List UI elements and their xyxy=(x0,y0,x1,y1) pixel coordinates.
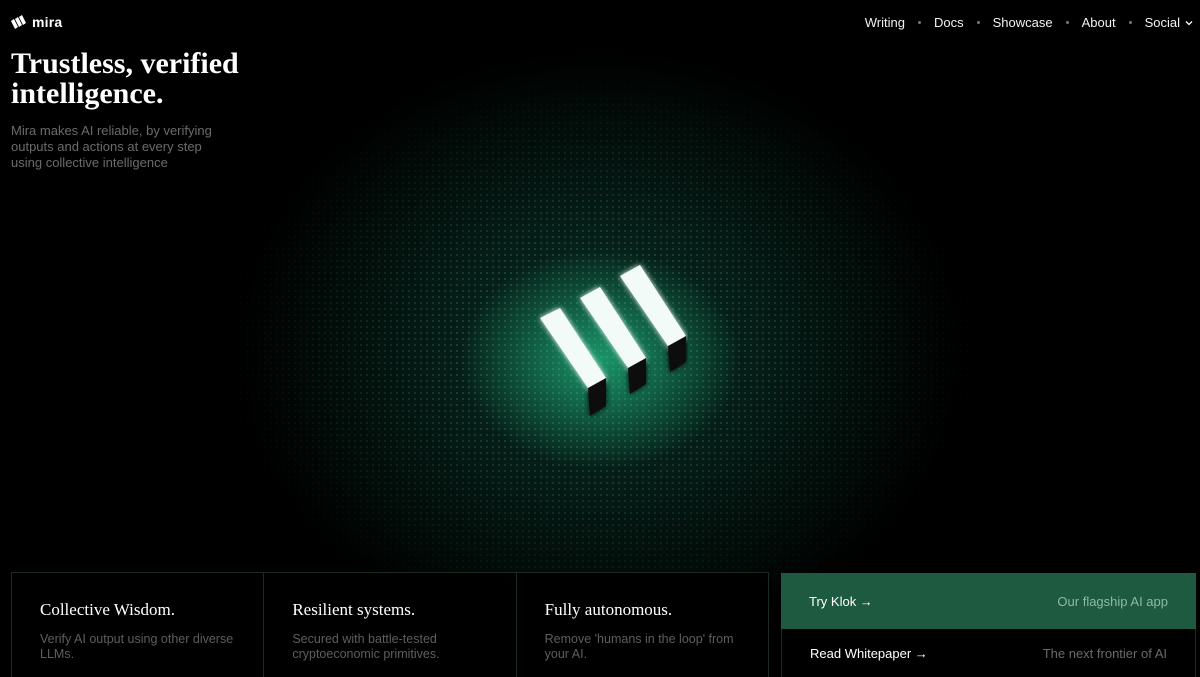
nav-docs-label: Docs xyxy=(933,15,964,30)
brand-logo[interactable]: mira xyxy=(11,14,62,30)
feature-card: Resilient systems. Secured with battle-t… xyxy=(264,573,517,677)
nav-about-label: About xyxy=(1081,15,1116,30)
read-whitepaper-label: Read Whitepaper → xyxy=(810,645,928,661)
nav-social-label: Social xyxy=(1144,15,1180,30)
brand-name: mira xyxy=(32,14,63,30)
page-title: Trustless, verified intelligence. xyxy=(11,47,239,110)
nav-docs[interactable]: Docs xyxy=(934,15,964,30)
nav-separator xyxy=(917,21,921,24)
nav-showcase-label: Showcase xyxy=(992,15,1053,30)
try-klok-button[interactable]: Try Klok → Our flagship AI app xyxy=(781,573,1196,629)
nav-writing-label: Writing xyxy=(864,15,905,30)
nav-separator xyxy=(1065,21,1069,24)
feature-description: Verify AI output using other diverse LLM… xyxy=(40,632,234,661)
nav-showcase[interactable]: Showcase xyxy=(993,15,1053,30)
nav-about[interactable]: About xyxy=(1082,15,1116,30)
feature-cards: Collective Wisdom. Verify AI output usin… xyxy=(11,572,769,677)
read-whitepaper-note: The next frontier of AI xyxy=(1042,645,1167,661)
feature-title: Collective Wisdom. xyxy=(40,600,175,619)
feature-description: Secured with battle-tested cryptoeconomi… xyxy=(292,632,440,661)
try-klok-note: Our flagship AI app xyxy=(1057,593,1168,609)
try-klok-label: Try Klok → xyxy=(809,593,873,609)
feature-description: Remove 'humans in the loop' from your AI… xyxy=(544,632,734,661)
chevron-down-icon xyxy=(1185,20,1193,25)
nav-separator xyxy=(1128,21,1132,24)
feature-title: Fully autonomous. xyxy=(544,600,673,619)
read-whitepaper-button[interactable]: Read Whitepaper → The next frontier of A… xyxy=(781,629,1196,677)
feature-card: Collective Wisdom. Verify AI output usin… xyxy=(12,573,265,677)
mira-logo-icon xyxy=(11,15,26,29)
feature-title: Resilient systems. xyxy=(292,600,416,619)
nav-writing[interactable]: Writing xyxy=(865,15,905,30)
hero-subtitle: Mira makes AI reliable, by verifying out… xyxy=(11,123,212,170)
feature-card: Fully autonomous. Remove 'humans in the … xyxy=(517,573,768,677)
nav-separator xyxy=(976,21,980,24)
mira-emblem-icon xyxy=(540,265,686,416)
nav-social[interactable]: Social xyxy=(1145,15,1194,30)
main-nav: Writing Docs Showcase About Social xyxy=(865,15,1194,30)
